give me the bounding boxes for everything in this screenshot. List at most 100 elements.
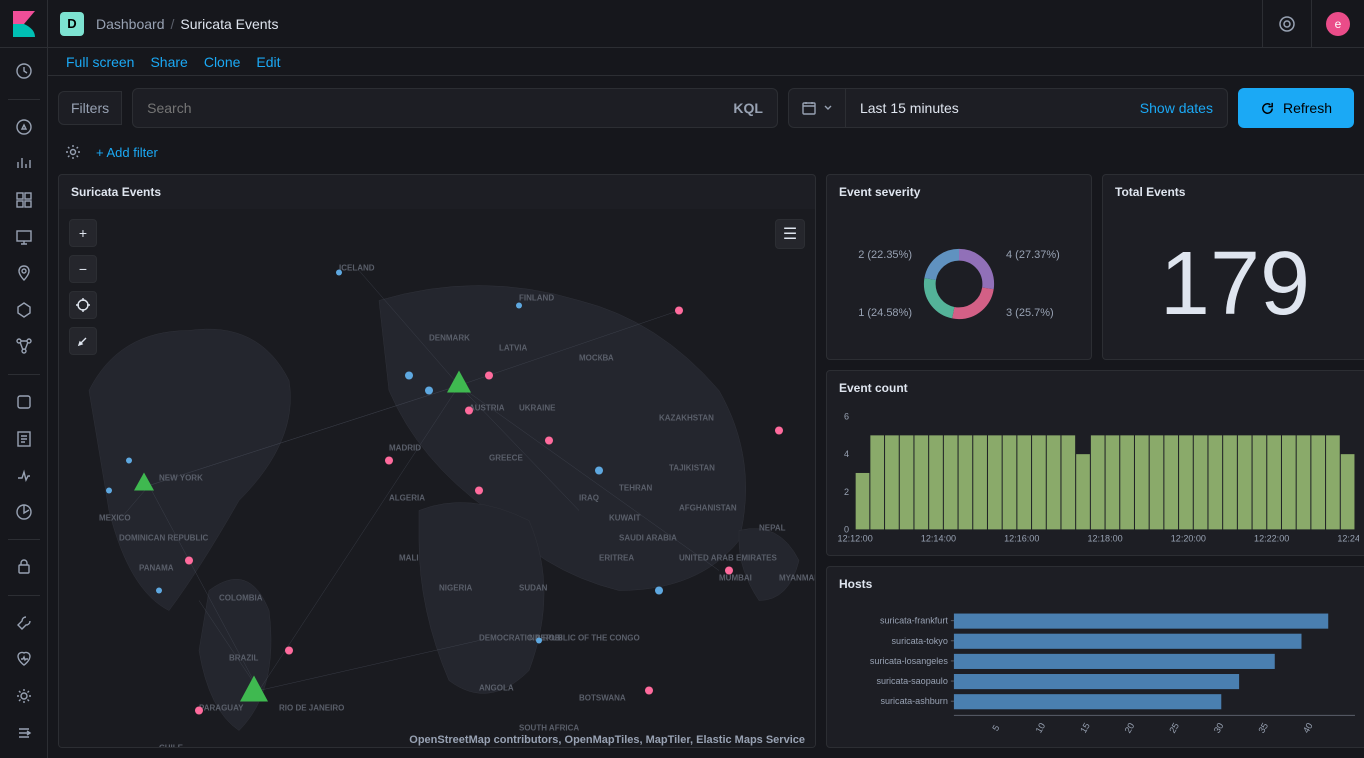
visualize-icon[interactable]: [8, 148, 40, 179]
header-right: e: [1262, 0, 1364, 48]
svg-text:BOTSWANA: BOTSWANA: [579, 694, 626, 703]
apm-icon[interactable]: [8, 460, 40, 491]
svg-text:MALI: MALI: [399, 554, 419, 563]
recently-viewed-icon[interactable]: [8, 56, 40, 87]
panel-title: Total Events: [1103, 175, 1364, 209]
svg-text:UKRAINE: UKRAINE: [519, 404, 556, 413]
siem-icon[interactable]: [8, 552, 40, 583]
svg-text:MUMBAI: MUMBAI: [719, 574, 752, 583]
date-quick-select-button[interactable]: [789, 89, 846, 127]
search-input[interactable]: [133, 100, 719, 116]
svg-text:30: 30: [1212, 721, 1226, 735]
svg-text:KUWAIT: KUWAIT: [609, 514, 641, 523]
svg-text:BRAZIL: BRAZIL: [229, 654, 258, 663]
graph-icon[interactable]: [8, 331, 40, 362]
svg-text:suricata-ashburn: suricata-ashburn: [880, 696, 947, 706]
svg-text:LATVIA: LATVIA: [499, 344, 528, 353]
svg-text:RIO DE JANEIRO: RIO DE JANEIRO: [279, 704, 344, 713]
svg-text:NEW YORK: NEW YORK: [159, 474, 203, 483]
severity-donut: [920, 245, 998, 323]
metrics-icon[interactable]: [8, 387, 40, 418]
divider: [1311, 0, 1312, 48]
collapse-icon[interactable]: [8, 717, 40, 748]
breadcrumb-root[interactable]: Dashboard: [96, 16, 165, 32]
dashboard-icon[interactable]: [8, 185, 40, 216]
main: Full screen Share Clone Edit Filters KQL…: [48, 48, 1364, 758]
zoom-out-button[interactable]: −: [69, 255, 97, 283]
hosts-chart: suricata-frankfurtsuricata-tokyosuricata…: [827, 601, 1364, 748]
svg-text:ERITREA: ERITREA: [599, 554, 634, 563]
space-badge[interactable]: D: [60, 12, 84, 36]
severity-legend-item: 3 (25.7%): [1006, 307, 1054, 319]
avatar[interactable]: e: [1326, 12, 1350, 36]
management-icon[interactable]: [8, 681, 40, 712]
filters-toggle[interactable]: Filters: [58, 91, 122, 125]
clone-button[interactable]: Clone: [204, 54, 241, 70]
newsfeed-icon[interactable]: [1263, 0, 1311, 48]
ml-icon[interactable]: [8, 295, 40, 326]
refresh-button[interactable]: Refresh: [1238, 88, 1354, 128]
svg-text:МОСКВА: МОСКВА: [579, 354, 614, 363]
date-range-text[interactable]: Last 15 minutes: [846, 100, 1126, 116]
zoom-in-button[interactable]: +: [69, 219, 97, 247]
rail-separator: [8, 374, 40, 375]
date-range-box: Last 15 minutes Show dates: [788, 88, 1228, 128]
map-controls: + −: [69, 219, 97, 355]
logs-icon[interactable]: [8, 423, 40, 454]
map-panel: Suricata Events ICELANDFINLAND DENMARKLA: [58, 174, 816, 748]
svg-text:CHILE: CHILE: [159, 744, 184, 749]
svg-text:5: 5: [990, 723, 1001, 732]
panel-title: Suricata Events: [59, 175, 815, 209]
svg-text:MYANMAR: MYANMAR: [779, 574, 815, 583]
breadcrumb-current: Suricata Events: [180, 16, 278, 32]
canvas-icon[interactable]: [8, 221, 40, 252]
add-filter-button[interactable]: + Add filter: [96, 145, 158, 160]
edit-button[interactable]: Edit: [256, 54, 280, 70]
devtools-icon[interactable]: [8, 608, 40, 639]
maps-icon[interactable]: [8, 258, 40, 289]
svg-text:15: 15: [1078, 721, 1092, 735]
panel-title: Event count: [827, 371, 1364, 405]
monitoring-icon[interactable]: [8, 644, 40, 675]
svg-text:6: 6: [844, 412, 849, 422]
filter-settings-button[interactable]: [62, 144, 84, 160]
breadcrumb-separator: /: [171, 16, 175, 32]
svg-text:GREECE: GREECE: [489, 454, 523, 463]
svg-text:10: 10: [1034, 721, 1048, 735]
logo-box[interactable]: [0, 0, 48, 48]
share-button[interactable]: Share: [150, 54, 187, 70]
filter-bar: Filters KQL Last 15 minutes Show dates R…: [48, 76, 1364, 140]
severity-legend-item: 1 (24.58%): [858, 307, 912, 319]
svg-text:25: 25: [1167, 721, 1181, 735]
dashboard-grid: Suricata Events ICELANDFINLAND DENMARKLA: [48, 174, 1364, 758]
svg-text:TAJIKISTAN: TAJIKISTAN: [669, 464, 715, 473]
severity-body: 2 (22.35%) 1 (24.58%) 4 (27.37%) 3 (25.7…: [827, 209, 1091, 359]
layers-button[interactable]: ☰: [775, 219, 805, 249]
uptime-icon[interactable]: [8, 496, 40, 527]
total-value: 179: [1103, 209, 1364, 359]
svg-text:2: 2: [844, 487, 849, 497]
breadcrumb: Dashboard / Suricata Events: [96, 16, 278, 32]
svg-text:ANGOLA: ANGOLA: [479, 684, 514, 693]
svg-text:suricata-saopaulo: suricata-saopaulo: [876, 676, 947, 686]
discover-icon[interactable]: [8, 112, 40, 143]
full-screen-button[interactable]: Full screen: [66, 54, 134, 70]
svg-text:PARAGUAY: PARAGUAY: [199, 704, 244, 713]
fit-bounds-button[interactable]: [69, 291, 97, 319]
tools-button[interactable]: [69, 327, 97, 355]
map-attribution: OpenStreetMap contributors, OpenMapTiles…: [409, 734, 805, 746]
world-map: ICELANDFINLAND DENMARKLATVIA МОСКВАAUSTR…: [59, 209, 815, 748]
svg-text:40: 40: [1301, 721, 1315, 735]
kibana-logo-icon: [13, 11, 35, 37]
show-dates-button[interactable]: Show dates: [1126, 100, 1227, 116]
add-filter-row: + Add filter: [48, 140, 1364, 174]
svg-text:12:14:00: 12:14:00: [921, 533, 956, 543]
svg-text:IRAQ: IRAQ: [579, 494, 599, 503]
event-count-panel: Event count 024612:12:0012:14:0012:16:00…: [826, 370, 1364, 556]
kql-label[interactable]: KQL: [719, 100, 777, 116]
svg-text:COLOMBIA: COLOMBIA: [219, 594, 263, 603]
map-body[interactable]: ICELANDFINLAND DENMARKLATVIA МОСКВАAUSTR…: [59, 209, 815, 748]
hosts-panel: Hosts suricata-frankfurtsuricata-tokyosu…: [826, 566, 1364, 748]
svg-text:DEMOCRATIC REPUBLIC OF THE CON: DEMOCRATIC REPUBLIC OF THE CONGO: [479, 634, 640, 643]
severity-legend-left: 2 (22.35%) 1 (24.58%): [858, 249, 912, 319]
